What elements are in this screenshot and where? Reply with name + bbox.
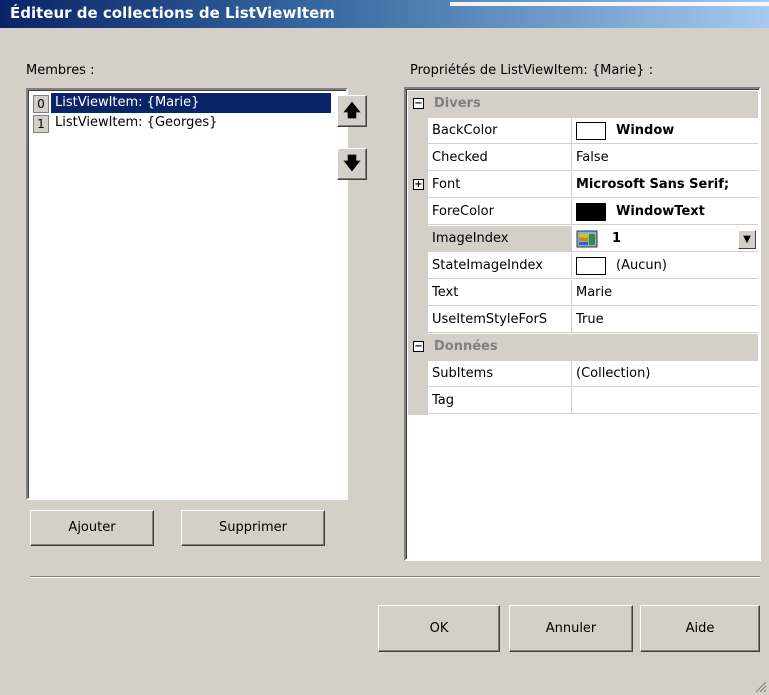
color-swatch xyxy=(576,121,606,140)
remove-button-label: Supprimer xyxy=(219,520,287,535)
property-value-text: 1 xyxy=(612,231,622,246)
color-swatch xyxy=(576,202,606,221)
row-gutter xyxy=(408,226,428,253)
property-name: Text xyxy=(428,280,572,306)
property-value[interactable]: (Collection) xyxy=(572,361,758,387)
property-name: ImageIndex xyxy=(428,226,572,252)
members-label: Membres : xyxy=(26,63,95,78)
move-down-button[interactable]: 🡇 xyxy=(337,148,367,180)
property-name: SubItems xyxy=(428,361,572,387)
row-gutter xyxy=(408,280,428,307)
list-item[interactable]: 0 ListViewItem: {Marie} xyxy=(31,93,347,113)
list-item[interactable]: 1 ListViewItem: {Georges} xyxy=(31,113,347,133)
collapse-icon[interactable]: − xyxy=(413,341,424,352)
category-divers[interactable]: − Divers xyxy=(408,91,758,118)
list-item-index: 0 xyxy=(33,95,49,113)
property-value-text: WindowText xyxy=(616,204,705,219)
add-button-label: Ajouter xyxy=(68,520,116,535)
row-gutter xyxy=(408,307,428,334)
arrow-up-icon: 🡅 xyxy=(343,101,361,121)
title-bar-overlap xyxy=(450,2,769,6)
property-name: UseItemStyleForS xyxy=(428,307,572,333)
cancel-button-label: Annuler xyxy=(545,621,597,636)
property-row-tag[interactable]: Tag xyxy=(408,388,758,415)
property-grid[interactable]: − Divers BackColor Window Checked False … xyxy=(404,87,761,561)
property-row-forecolor[interactable]: ForeColor WindowText xyxy=(408,199,758,226)
property-value-text: Window xyxy=(616,123,675,138)
property-name: Font xyxy=(428,172,572,198)
property-row-useitemstyle[interactable]: UseItemStyleForS True xyxy=(408,307,758,334)
cancel-button[interactable]: Annuler xyxy=(509,605,633,652)
help-button-label: Aide xyxy=(685,621,715,636)
property-value[interactable]: (Aucun) xyxy=(572,253,758,279)
arrow-down-icon: 🡇 xyxy=(343,154,361,174)
row-gutter xyxy=(408,253,428,280)
row-gutter xyxy=(408,118,428,145)
separator xyxy=(30,576,760,578)
property-row-text[interactable]: Text Marie xyxy=(408,280,758,307)
property-name: BackColor xyxy=(428,118,572,144)
row-gutter xyxy=(408,388,428,415)
property-value[interactable]: False xyxy=(572,145,758,171)
list-item-text: ListViewItem: {Georges} xyxy=(55,115,218,130)
property-name: Tag xyxy=(428,388,572,414)
property-row-backcolor[interactable]: BackColor Window xyxy=(408,118,758,145)
ok-button[interactable]: OK xyxy=(378,605,500,652)
move-up-button[interactable]: 🡅 xyxy=(337,95,367,127)
ok-button-label: OK xyxy=(429,621,449,636)
property-value[interactable]: Marie xyxy=(572,280,758,306)
dropdown-arrow-icon[interactable]: ▼ xyxy=(738,230,756,249)
property-row-stateimageindex[interactable]: StateImageIndex (Aucun) xyxy=(408,253,758,280)
add-button[interactable]: Ajouter xyxy=(30,510,154,546)
row-gutter xyxy=(408,145,428,172)
row-gutter xyxy=(408,199,428,226)
color-swatch xyxy=(576,256,606,275)
resize-grip-icon[interactable] xyxy=(753,679,767,693)
window-title: Éditeur de collections de ListViewItem xyxy=(10,4,335,22)
property-row-font[interactable]: + Font Microsoft Sans Serif; xyxy=(408,172,758,199)
category-label: Données xyxy=(434,339,498,354)
property-name: Checked xyxy=(428,145,572,171)
property-row-checked[interactable]: Checked False xyxy=(408,145,758,172)
category-label: Divers xyxy=(434,96,481,111)
property-name: ForeColor xyxy=(428,199,572,225)
property-value[interactable] xyxy=(572,388,758,414)
property-row-subitems[interactable]: SubItems (Collection) xyxy=(408,361,758,388)
property-value[interactable]: WindowText xyxy=(572,199,758,225)
image-preview-icon xyxy=(576,230,598,247)
row-gutter xyxy=(408,361,428,388)
list-item-index: 1 xyxy=(33,115,49,133)
members-list[interactable]: 0 ListViewItem: {Marie} 1 ListViewItem: … xyxy=(26,88,348,500)
property-value[interactable]: True xyxy=(572,307,758,333)
property-name: StateImageIndex xyxy=(428,253,572,279)
property-value[interactable]: Window xyxy=(572,118,758,144)
title-bar[interactable]: Éditeur de collections de ListViewItem xyxy=(0,0,769,28)
expand-icon[interactable]: + xyxy=(413,179,424,190)
property-value[interactable]: 1 ▼ xyxy=(572,226,758,252)
help-button[interactable]: Aide xyxy=(640,605,760,652)
properties-label: Propriétés de ListViewItem: {Marie} : xyxy=(410,63,654,78)
category-donnees[interactable]: − Données xyxy=(408,334,758,361)
property-value[interactable]: Microsoft Sans Serif; xyxy=(572,172,758,198)
property-value-text: (Aucun) xyxy=(616,258,667,273)
remove-button[interactable]: Supprimer xyxy=(181,510,325,546)
property-row-imageindex[interactable]: ImageIndex 1 ▼ xyxy=(408,226,758,253)
collapse-icon[interactable]: − xyxy=(413,98,424,109)
list-item-text: ListViewItem: {Marie} xyxy=(51,93,331,113)
